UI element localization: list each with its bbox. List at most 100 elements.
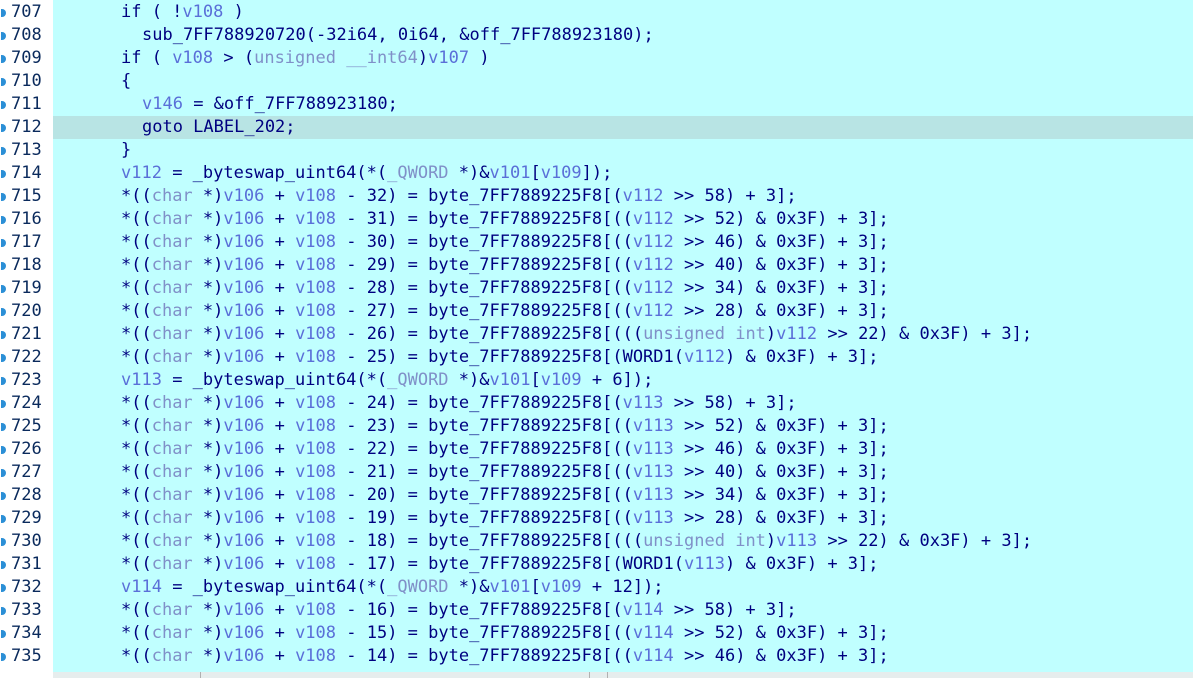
- line-number: 712: [11, 117, 42, 137]
- code-line[interactable]: 708 sub_7FF788920720(-32i64, 0i64, &off_7…: [0, 24, 1193, 47]
- code-text: if ( !v108 ): [121, 2, 244, 22]
- code-line[interactable]: 730 *((char *)v106 + v108 - 18) = byte_7F…: [0, 530, 1193, 553]
- code-line[interactable]: 724 *((char *)v106 + v108 - 24) = byte_7F…: [0, 392, 1193, 415]
- breakpoint-marker-icon[interactable]: [1, 193, 6, 201]
- code-line[interactable]: 723 v113 = _byteswap_uint64(*(_QWORD *)&v…: [0, 369, 1193, 392]
- code-line[interactable]: 726 *((char *)v106 + v108 - 22) = byte_7F…: [0, 438, 1193, 461]
- code-text: {: [121, 71, 132, 91]
- code-text: *((char *)v106 + v108 - 24) = byte_7FF78…: [121, 393, 797, 413]
- breakpoint-marker-icon[interactable]: [1, 101, 6, 109]
- code-line[interactable]: 717 *((char *)v106 + v108 - 30) = byte_7F…: [0, 231, 1193, 254]
- code-text: *((char *)v106 + v108 - 20) = byte_7FF78…: [121, 485, 889, 505]
- code-text: sub_7FF788920720(-32i64, 0i64, &off_7FF7…: [142, 25, 654, 45]
- line-number: 722: [11, 347, 42, 367]
- line-number: 717: [11, 232, 42, 252]
- line-number: 729: [11, 508, 42, 528]
- code-line[interactable]: 732 v114 = _byteswap_uint64(*(_QWORD *)&v…: [0, 576, 1193, 599]
- breakpoint-marker-icon[interactable]: [1, 32, 6, 40]
- code-text: *((char *)v106 + v108 - 29) = byte_7FF78…: [121, 255, 889, 275]
- breakpoint-marker-icon[interactable]: [1, 423, 6, 431]
- code-text: *((char *)v106 + v108 - 31) = byte_7FF78…: [121, 209, 889, 229]
- code-line[interactable]: 720 *((char *)v106 + v108 - 27) = byte_7F…: [0, 300, 1193, 323]
- horizontal-scrollbar[interactable]: [53, 672, 1193, 678]
- breakpoint-marker-icon[interactable]: [1, 653, 6, 661]
- code-line[interactable]: 725 *((char *)v106 + v108 - 23) = byte_7F…: [0, 415, 1193, 438]
- code-line[interactable]: 710 {: [0, 70, 1193, 93]
- code-line[interactable]: 711 v146 = &off_7FF788923180;: [0, 93, 1193, 116]
- breakpoint-marker-icon[interactable]: [1, 124, 6, 132]
- code-line[interactable]: 707 if ( !v108 ): [0, 1, 1193, 24]
- line-number: 718: [11, 255, 42, 275]
- line-number: 733: [11, 600, 42, 620]
- breakpoint-marker-icon[interactable]: [1, 492, 6, 500]
- code-text: *((char *)v106 + v108 - 18) = byte_7FF78…: [121, 531, 1033, 551]
- code-line[interactable]: 733 *((char *)v106 + v108 - 16) = byte_7F…: [0, 599, 1193, 622]
- breakpoint-marker-icon[interactable]: [1, 469, 6, 477]
- code-line[interactable]: 712 goto LABEL_202;: [0, 116, 1193, 139]
- breakpoint-marker-icon[interactable]: [1, 216, 6, 224]
- code-line[interactable]: 729 *((char *)v106 + v108 - 19) = byte_7F…: [0, 507, 1193, 530]
- code-line[interactable]: 727 *((char *)v106 + v108 - 21) = byte_7F…: [0, 461, 1193, 484]
- breakpoint-marker-icon[interactable]: [1, 377, 6, 385]
- code-text: *((char *)v106 + v108 - 15) = byte_7FF78…: [121, 623, 889, 643]
- code-line[interactable]: 715 *((char *)v106 + v108 - 32) = byte_7F…: [0, 185, 1193, 208]
- breakpoint-marker-icon[interactable]: [1, 538, 6, 546]
- line-number: 730: [11, 531, 42, 551]
- breakpoint-marker-icon[interactable]: [1, 262, 6, 270]
- breakpoint-marker-icon[interactable]: [1, 78, 6, 86]
- code-text: v112 = _byteswap_uint64(*(_QWORD *)&v101…: [121, 163, 613, 183]
- code-line[interactable]: 718 *((char *)v106 + v108 - 29) = byte_7F…: [0, 254, 1193, 277]
- breakpoint-marker-icon[interactable]: [1, 607, 6, 615]
- scroll-divider: [589, 672, 590, 678]
- code-text: *((char *)v106 + v108 - 32) = byte_7FF78…: [121, 186, 797, 206]
- code-line[interactable]: 731 *((char *)v106 + v108 - 17) = byte_7F…: [0, 553, 1193, 576]
- line-number: 723: [11, 370, 42, 390]
- code-line[interactable]: 721 *((char *)v106 + v108 - 26) = byte_7F…: [0, 323, 1193, 346]
- breakpoint-marker-icon[interactable]: [1, 400, 6, 408]
- line-number: 711: [11, 94, 42, 114]
- line-number: 719: [11, 278, 42, 298]
- code-text: *((char *)v106 + v108 - 26) = byte_7FF78…: [121, 324, 1033, 344]
- code-line[interactable]: 709 if ( v108 > (unsigned __int64)v107 ): [0, 47, 1193, 70]
- line-number: 724: [11, 393, 42, 413]
- code-line[interactable]: 728 *((char *)v106 + v108 - 20) = byte_7F…: [0, 484, 1193, 507]
- line-number: 727: [11, 462, 42, 482]
- breakpoint-marker-icon[interactable]: [1, 308, 6, 316]
- code-text: *((char *)v106 + v108 - 30) = byte_7FF78…: [121, 232, 889, 252]
- code-line[interactable]: 716 *((char *)v106 + v108 - 31) = byte_7F…: [0, 208, 1193, 231]
- breakpoint-marker-icon[interactable]: [1, 285, 6, 293]
- breakpoint-marker-icon[interactable]: [1, 147, 6, 155]
- line-number: 725: [11, 416, 42, 436]
- line-number: 721: [11, 324, 42, 344]
- code-line[interactable]: 735 *((char *)v106 + v108 - 14) = byte_7F…: [0, 645, 1193, 668]
- code-text: *((char *)v106 + v108 - 17) = byte_7FF78…: [121, 554, 879, 574]
- breakpoint-marker-icon[interactable]: [1, 446, 6, 454]
- line-number: 734: [11, 623, 42, 643]
- code-line[interactable]: 719 *((char *)v106 + v108 - 28) = byte_7F…: [0, 277, 1193, 300]
- code-text: *((char *)v106 + v108 - 19) = byte_7FF78…: [121, 508, 889, 528]
- breakpoint-marker-icon[interactable]: [1, 630, 6, 638]
- line-number: 728: [11, 485, 42, 505]
- line-number: 709: [11, 48, 42, 68]
- breakpoint-marker-icon[interactable]: [1, 584, 6, 592]
- breakpoint-marker-icon[interactable]: [1, 354, 6, 362]
- line-number: 715: [11, 186, 42, 206]
- code-text: v113 = _byteswap_uint64(*(_QWORD *)&v101…: [121, 370, 654, 390]
- code-text: *((char *)v106 + v108 - 16) = byte_7FF78…: [121, 600, 797, 620]
- code-text: *((char *)v106 + v108 - 28) = byte_7FF78…: [121, 278, 889, 298]
- breakpoint-marker-icon[interactable]: [1, 9, 6, 17]
- breakpoint-marker-icon[interactable]: [1, 331, 6, 339]
- code-text: v114 = _byteswap_uint64(*(_QWORD *)&v101…: [121, 577, 664, 597]
- code-line[interactable]: 713}: [0, 139, 1193, 162]
- code-text: *((char *)v106 + v108 - 22) = byte_7FF78…: [121, 439, 889, 459]
- breakpoint-marker-icon[interactable]: [1, 561, 6, 569]
- breakpoint-marker-icon[interactable]: [1, 239, 6, 247]
- breakpoint-marker-icon[interactable]: [1, 170, 6, 178]
- code-text: }: [121, 140, 132, 160]
- code-line[interactable]: 714 v112 = _byteswap_uint64(*(_QWORD *)&v…: [0, 162, 1193, 185]
- code-line[interactable]: 722 *((char *)v106 + v108 - 25) = byte_7F…: [0, 346, 1193, 369]
- breakpoint-marker-icon[interactable]: [1, 55, 6, 63]
- code-text: *((char *)v106 + v108 - 27) = byte_7FF78…: [121, 301, 889, 321]
- breakpoint-marker-icon[interactable]: [1, 515, 6, 523]
- code-line[interactable]: 734 *((char *)v106 + v108 - 15) = byte_7F…: [0, 622, 1193, 645]
